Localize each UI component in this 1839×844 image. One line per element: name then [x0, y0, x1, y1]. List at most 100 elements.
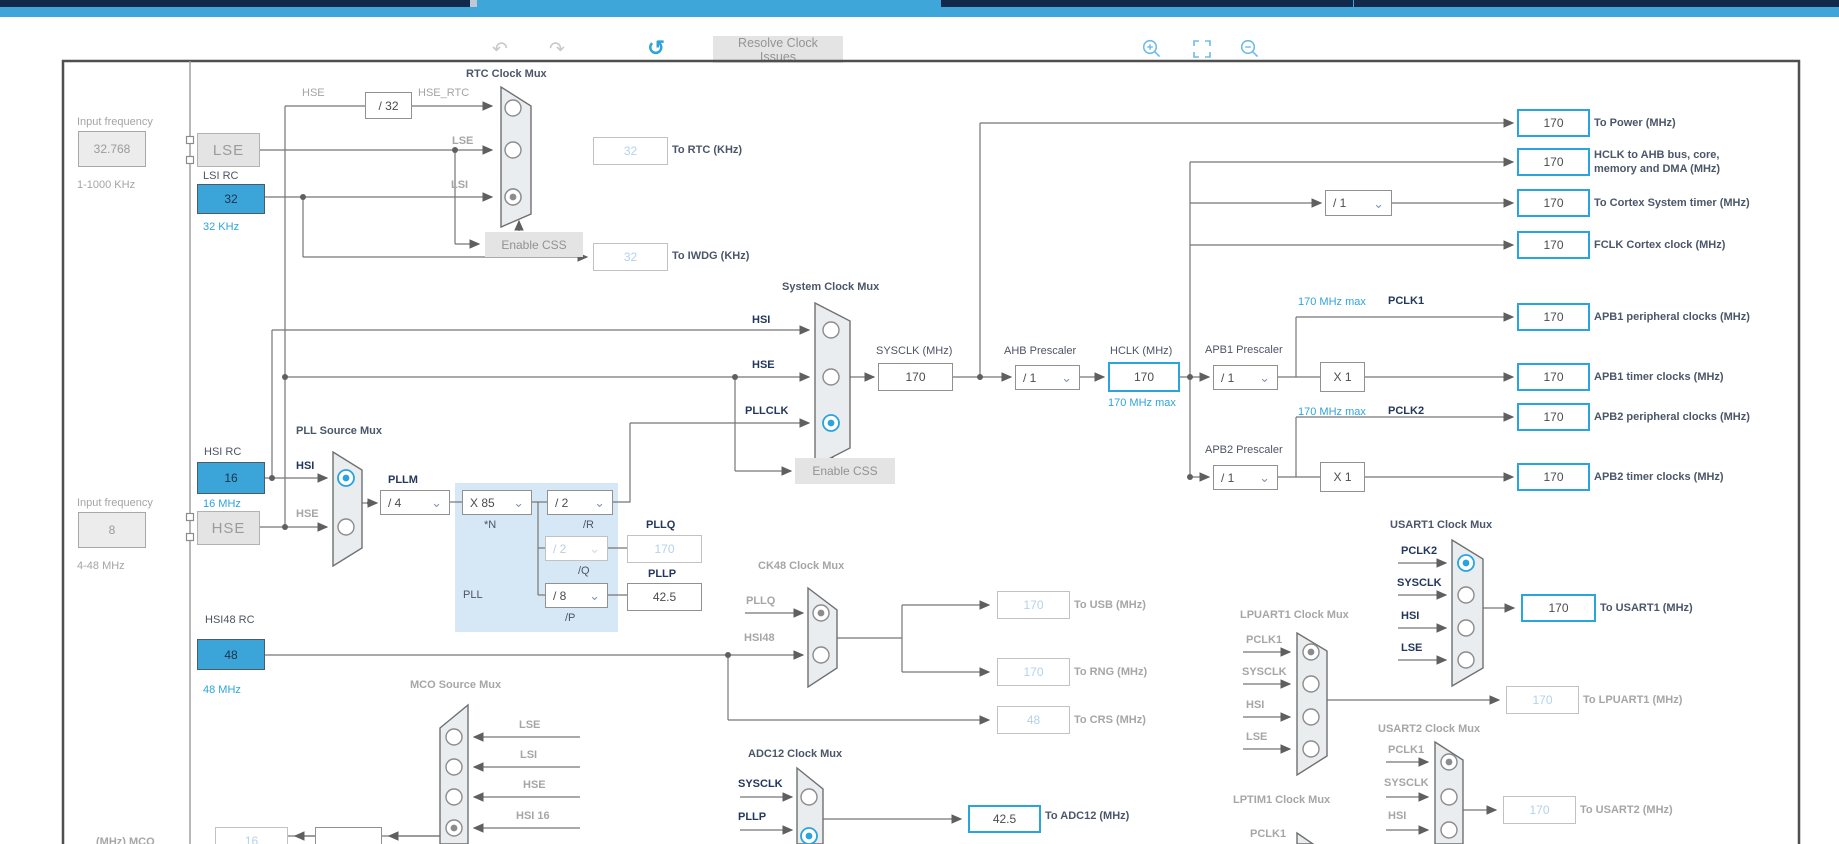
- tab-separator: [470, 0, 477, 7]
- pll-radio-hse[interactable]: [337, 518, 355, 536]
- cortex-prescaler-select[interactable]: / 1 ⌄: [1325, 190, 1392, 216]
- tab-segment-left[interactable]: [0, 0, 470, 7]
- sys-hsi-stub-label: HSI: [752, 314, 771, 326]
- apb1-prescaler-select[interactable]: / 1 ⌄: [1213, 365, 1278, 390]
- usart1-radio-pclk2[interactable]: [1457, 554, 1475, 572]
- rtc-div32-box: / 32: [365, 92, 412, 119]
- plln-select[interactable]: X 85 ⌄: [462, 490, 532, 515]
- ck48-radio-pllq-dot: [817, 609, 825, 617]
- hclk-value-box[interactable]: 170: [1108, 362, 1180, 392]
- mco-radio-hsi16: [445, 819, 463, 837]
- mco-radio-hsi16-dot: [450, 824, 458, 832]
- pll-panel-label: PLL: [463, 589, 483, 601]
- usart1-radio-pclk2-dot: [1462, 559, 1470, 567]
- reset-glyph: ↺: [647, 36, 665, 60]
- apb1-timer-value-box[interactable]: 170: [1517, 363, 1590, 391]
- apb1-timer-mult-box: X 1: [1320, 362, 1365, 392]
- ahb-prescaler-select[interactable]: / 1 ⌄: [1015, 365, 1080, 390]
- chevron-down-icon: ⌄: [589, 588, 600, 603]
- apb2-max-label: 170 MHz max: [1298, 406, 1366, 418]
- pll-radio-hsi[interactable]: [337, 469, 355, 487]
- undo-icon[interactable]: ↶: [489, 38, 511, 60]
- sys-radio-pllclk-dot: [827, 419, 835, 427]
- apb2-prescaler-select[interactable]: / 1 ⌄: [1213, 465, 1278, 490]
- sys-radio-hse[interactable]: [822, 368, 840, 386]
- resolve-clock-issues-button[interactable]: Resolve Clock Issues: [713, 36, 843, 64]
- adc12-pllp-stub-label: PLLP: [738, 811, 767, 823]
- zoom-in-icon[interactable]: [1140, 37, 1163, 60]
- hclk-ahb-label-line1: HCLK to AHB bus, core,: [1594, 149, 1720, 161]
- plln-caption: *N: [484, 519, 497, 531]
- ahb-prescaler-label: AHB Prescaler: [1004, 345, 1077, 357]
- mco-radio-lse: [445, 728, 463, 746]
- tab-segment-right[interactable]: [1354, 0, 1839, 7]
- apb2-periph-value-box[interactable]: 170: [1517, 403, 1590, 431]
- lptim1-mux-title: LPTIM1 Clock Mux: [1233, 794, 1331, 806]
- lse-input-frequency-label: Input frequency: [77, 116, 153, 128]
- lptim1-mux-shape: [1296, 831, 1315, 844]
- sys-pllclk-stub-label: PLLCLK: [745, 405, 789, 417]
- adc12-radio-sysclk[interactable]: [800, 788, 818, 806]
- system-mux-shape: [814, 301, 851, 468]
- zoom-out-icon[interactable]: [1238, 37, 1261, 60]
- usart1-radio-hsi[interactable]: [1457, 619, 1475, 637]
- chevron-down-icon: ⌄: [1259, 370, 1270, 385]
- rtc-mux-title: RTC Clock Mux: [466, 68, 547, 80]
- usart1-radio-sysclk[interactable]: [1457, 586, 1475, 604]
- usart2-hsi-stub-label: HSI: [1388, 810, 1407, 822]
- to-adc12-value-box[interactable]: 42.5: [968, 805, 1041, 833]
- lpuart1-radio-pclk1: [1302, 643, 1320, 661]
- usart2-radio-sysclk: [1440, 788, 1458, 806]
- tab-segment-mid[interactable]: [941, 0, 1353, 7]
- cortex-timer-value-box[interactable]: 170: [1517, 189, 1590, 217]
- reset-clock-icon[interactable]: ↺: [644, 36, 668, 60]
- pllq-divider-value: / 2: [553, 541, 567, 556]
- lpuart1-mux-title: LPUART1 Clock Mux: [1240, 609, 1349, 621]
- fclk-value-box[interactable]: 170: [1517, 231, 1590, 259]
- pll-radio-hsi-dot: [342, 474, 350, 482]
- mco-radio-hse: [445, 788, 463, 806]
- lpuart1-radio-hsi: [1302, 708, 1320, 726]
- pllr-select[interactable]: / 2 ⌄: [547, 490, 613, 515]
- cortex-timer-label: To Cortex System timer (MHz): [1594, 197, 1750, 209]
- rtc-enable-css-button[interactable]: Enable CSS: [485, 232, 583, 257]
- to-rtc-label: To RTC (KHz): [672, 144, 743, 156]
- pllm-select[interactable]: / 4 ⌄: [380, 490, 450, 515]
- sys-radio-pllclk[interactable]: [822, 414, 840, 432]
- usart1-radio-lse[interactable]: [1457, 651, 1475, 669]
- hsi48-freq-label: 48 MHz: [203, 684, 241, 696]
- pllp-caption: /P: [565, 612, 576, 624]
- apb1-timer-label: APB1 timer clocks (MHz): [1594, 371, 1724, 383]
- mco-radio-lsi: [445, 758, 463, 776]
- chevron-down-icon: ⌄: [1373, 195, 1384, 211]
- pllp-select[interactable]: / 8 ⌄: [545, 583, 608, 608]
- hclk-ahb-value-box[interactable]: 170: [1517, 148, 1590, 176]
- ck48-radio-hsi48: [812, 646, 830, 664]
- apb2-timer-value-box[interactable]: 170: [1517, 463, 1590, 491]
- adc12-radio-pllp[interactable]: [800, 827, 818, 844]
- to-power-value-box[interactable]: 170: [1517, 109, 1590, 137]
- to-usb-value-box: 170: [997, 591, 1070, 619]
- to-usart2-value-box: 170: [1503, 796, 1576, 824]
- pllp-value-box: 42.5: [627, 583, 702, 611]
- chevron-down-icon: ⌄: [513, 495, 524, 510]
- to-usb-label: To USB (MHz): [1074, 599, 1146, 611]
- rtc-radio-lse[interactable]: [504, 141, 522, 159]
- sys-enable-css-button[interactable]: Enable CSS: [795, 458, 895, 484]
- hse-source-box: HSE: [197, 511, 260, 545]
- rtc-radio-hse[interactable]: [504, 99, 522, 117]
- sys-radio-hsi[interactable]: [822, 321, 840, 339]
- to-usart1-value-box[interactable]: 170: [1521, 594, 1596, 622]
- hsi-freq-label: 16 MHz: [203, 498, 241, 510]
- ck48-mux-title: CK48 Clock Mux: [758, 560, 845, 572]
- fit-to-screen-icon[interactable]: [1190, 37, 1213, 60]
- adc12-radio-pllp-dot: [805, 832, 813, 840]
- rtc-radio-lsi[interactable]: [504, 188, 522, 206]
- to-crs-value-box: 48: [997, 706, 1070, 734]
- lsi-freq-label: 32 KHz: [203, 221, 240, 233]
- rtc-radio-lsi-ring[interactable]: [504, 188, 522, 206]
- apb1-periph-value-box[interactable]: 170: [1517, 303, 1590, 331]
- tab-strip: [0, 0, 1839, 17]
- redo-icon[interactable]: ↷: [546, 38, 568, 60]
- pllp-divider-value: / 8: [553, 588, 567, 603]
